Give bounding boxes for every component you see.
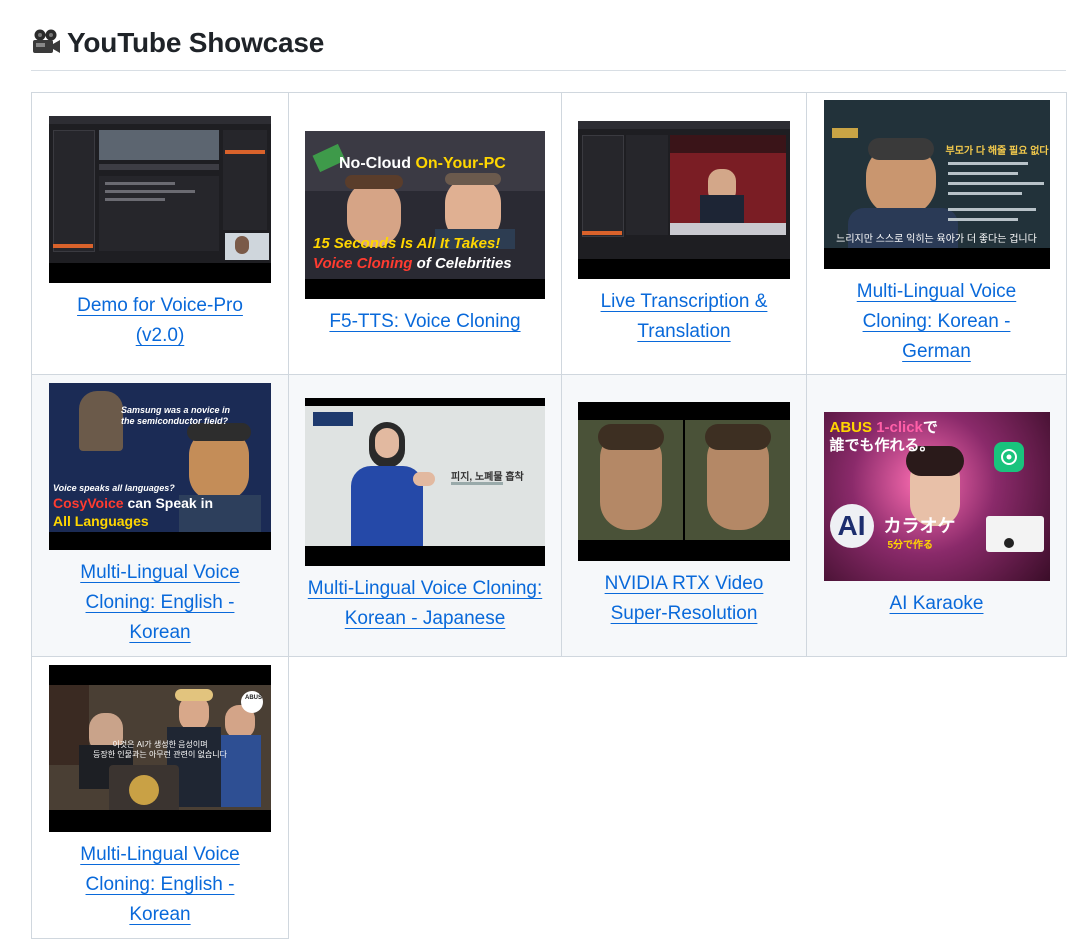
video-thumbnail[interactable]: 피지, 노폐물 흡착 — [305, 397, 545, 566]
showcase-table: Demo for Voice-Pro (v2.0) No-Cloud On-Yo… — [31, 92, 1067, 939]
video-link[interactable]: Multi-Lingual Voice Cloning: Korean - Ja… — [305, 574, 545, 634]
table-row: Demo for Voice-Pro (v2.0) No-Cloud On-Yo… — [31, 92, 1067, 375]
video-link[interactable]: F5-TTS: Voice Cloning — [305, 307, 545, 337]
video-link[interactable]: Live Transcription & Translation — [584, 287, 784, 347]
video-cell: Demo for Voice-Pro (v2.0) — [31, 92, 289, 375]
video-link[interactable]: Demo for Voice-Pro (v2.0) — [60, 291, 260, 351]
video-thumbnail[interactable]: ABUS 이것은 AI가 생성한 음성이며 등장한 인물과는 아무런 관련이 없… — [49, 665, 271, 832]
video-thumbnail[interactable] — [49, 116, 271, 283]
video-cell: Samsung was a novice in the semiconducto… — [31, 374, 289, 657]
page-title: YouTube Showcase — [67, 27, 325, 58]
video-thumbnail[interactable]: 부모가 다 해줄 필요 없다 느리지만 스스로 익히는 육아가 더 좋다는 겁니… — [823, 100, 1050, 269]
empty-cell — [806, 656, 1067, 939]
video-cell: 부모가 다 해줄 필요 없다 느리지만 스스로 익히는 육아가 더 좋다는 겁니… — [806, 92, 1067, 375]
section-heading: YouTube Showcase — [31, 22, 1066, 71]
video-cell: Live Transcription & Translation — [561, 92, 807, 375]
video-link[interactable]: Multi-Lingual Voice Cloning: English - K… — [60, 558, 260, 648]
video-thumbnail[interactable]: Samsung was a novice in the semiconducto… — [49, 383, 271, 550]
video-cell: NVIDIA RTX Video Super-Resolution — [561, 374, 807, 657]
video-link[interactable]: Multi-Lingual Voice Cloning: Korean - Ge… — [837, 277, 1037, 367]
video-thumbnail[interactable] — [578, 402, 790, 561]
video-thumbnail[interactable]: ABUS 1-clickで 誰でも作れる。 AI カラオケ 5分で作る — [823, 412, 1050, 581]
video-cell: ABUS 이것은 AI가 생성한 음성이며 등장한 인물과는 아무런 관련이 없… — [31, 656, 289, 939]
video-thumbnail[interactable] — [578, 120, 790, 279]
video-link[interactable]: Multi-Lingual Voice Cloning: English - K… — [60, 840, 260, 930]
openai-logo-icon — [1000, 449, 1017, 465]
table-row: ABUS 이것은 AI가 생성한 음성이며 등장한 인물과는 아무런 관련이 없… — [31, 656, 1067, 939]
film-camera-icon — [33, 29, 60, 53]
video-cell: 피지, 노폐물 흡착 Multi-Lingual Voice Cloning: … — [288, 374, 562, 657]
empty-cell — [288, 656, 562, 939]
video-link[interactable]: AI Karaoke — [837, 589, 1037, 619]
video-thumbnail[interactable]: No-Cloud On-Your-PC 15 Seconds Is All It… — [305, 130, 545, 299]
table-row: Samsung was a novice in the semiconducto… — [31, 374, 1067, 657]
video-link[interactable]: NVIDIA RTX Video Super-Resolution — [584, 569, 784, 629]
page: YouTube Showcase Demo for Voice-Pro (v2.… — [0, 0, 1080, 943]
video-cell: ABUS 1-clickで 誰でも作れる。 AI カラオケ 5分で作る AI K… — [806, 374, 1067, 657]
empty-cell — [561, 656, 807, 939]
video-cell: No-Cloud On-Your-PC 15 Seconds Is All It… — [288, 92, 562, 375]
